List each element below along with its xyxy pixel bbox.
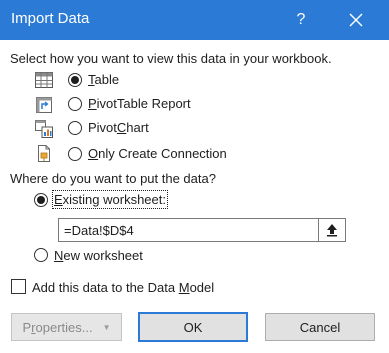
pivotchart-icon <box>34 119 54 139</box>
option-table-label[interactable]: Table <box>88 72 119 87</box>
close-button[interactable] <box>340 4 372 36</box>
data-model-label[interactable]: Add this data to the Data Model <box>32 280 214 295</box>
radio-pivottable[interactable] <box>68 97 82 111</box>
existing-worksheet-label[interactable]: Existing worksheet: <box>52 190 168 209</box>
radio-table[interactable] <box>68 73 82 87</box>
pivottable-icon <box>34 95 54 115</box>
view-section-label: Select how you want to view this data in… <box>10 51 332 66</box>
collapse-dialog-button[interactable] <box>318 218 346 242</box>
data-model-checkbox[interactable] <box>11 279 26 294</box>
radio-pivotchart[interactable] <box>68 121 82 135</box>
table-icon <box>34 70 54 90</box>
radio-only-connection[interactable] <box>68 147 82 161</box>
properties-button-label: Properties... <box>22 319 93 335</box>
location-section-label: Where do you want to put the data? <box>10 171 216 186</box>
help-button[interactable]: ? <box>285 4 317 36</box>
dropdown-caret-icon: ▼ <box>102 322 111 332</box>
import-data-dialog: Import Data ? Select how you want to vie… <box>0 0 389 353</box>
properties-button[interactable]: Properties... ▼ <box>11 313 122 341</box>
connection-icon <box>34 144 54 164</box>
collapse-arrow-icon <box>327 224 337 237</box>
radio-new-worksheet[interactable] <box>34 248 48 262</box>
title-bar: Import Data ? <box>0 0 389 40</box>
radio-existing-worksheet[interactable] <box>34 193 48 207</box>
new-worksheet-label[interactable]: New worksheet <box>54 248 143 263</box>
close-icon <box>349 13 363 27</box>
ok-button[interactable]: OK <box>138 312 248 342</box>
cell-reference-input[interactable] <box>58 218 319 242</box>
option-pivotchart-label[interactable]: PivotChart <box>88 120 149 135</box>
option-pivottable-label[interactable]: PivotTable Report <box>88 96 191 111</box>
option-only-connection-label[interactable]: Only Create Connection <box>88 146 227 161</box>
dialog-title: Import Data <box>11 10 90 27</box>
cancel-button[interactable]: Cancel <box>265 313 375 341</box>
